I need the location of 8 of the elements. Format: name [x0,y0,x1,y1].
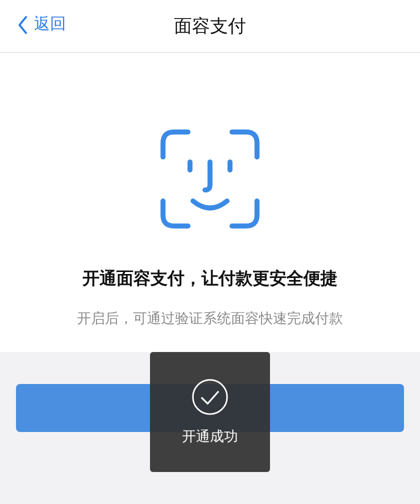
page-title: 面容支付 [174,15,246,38]
headline: 开通面容支付，让付款更安全便捷 [82,268,338,290]
back-button[interactable]: 返回 [18,14,66,35]
back-chevron-icon [18,16,28,34]
description: 开启后，可通过验证系统面容快速完成付款 [77,310,343,328]
check-circle-icon [191,378,229,416]
face-id-icon [160,129,260,229]
toast-message: 开通成功 [182,428,238,446]
